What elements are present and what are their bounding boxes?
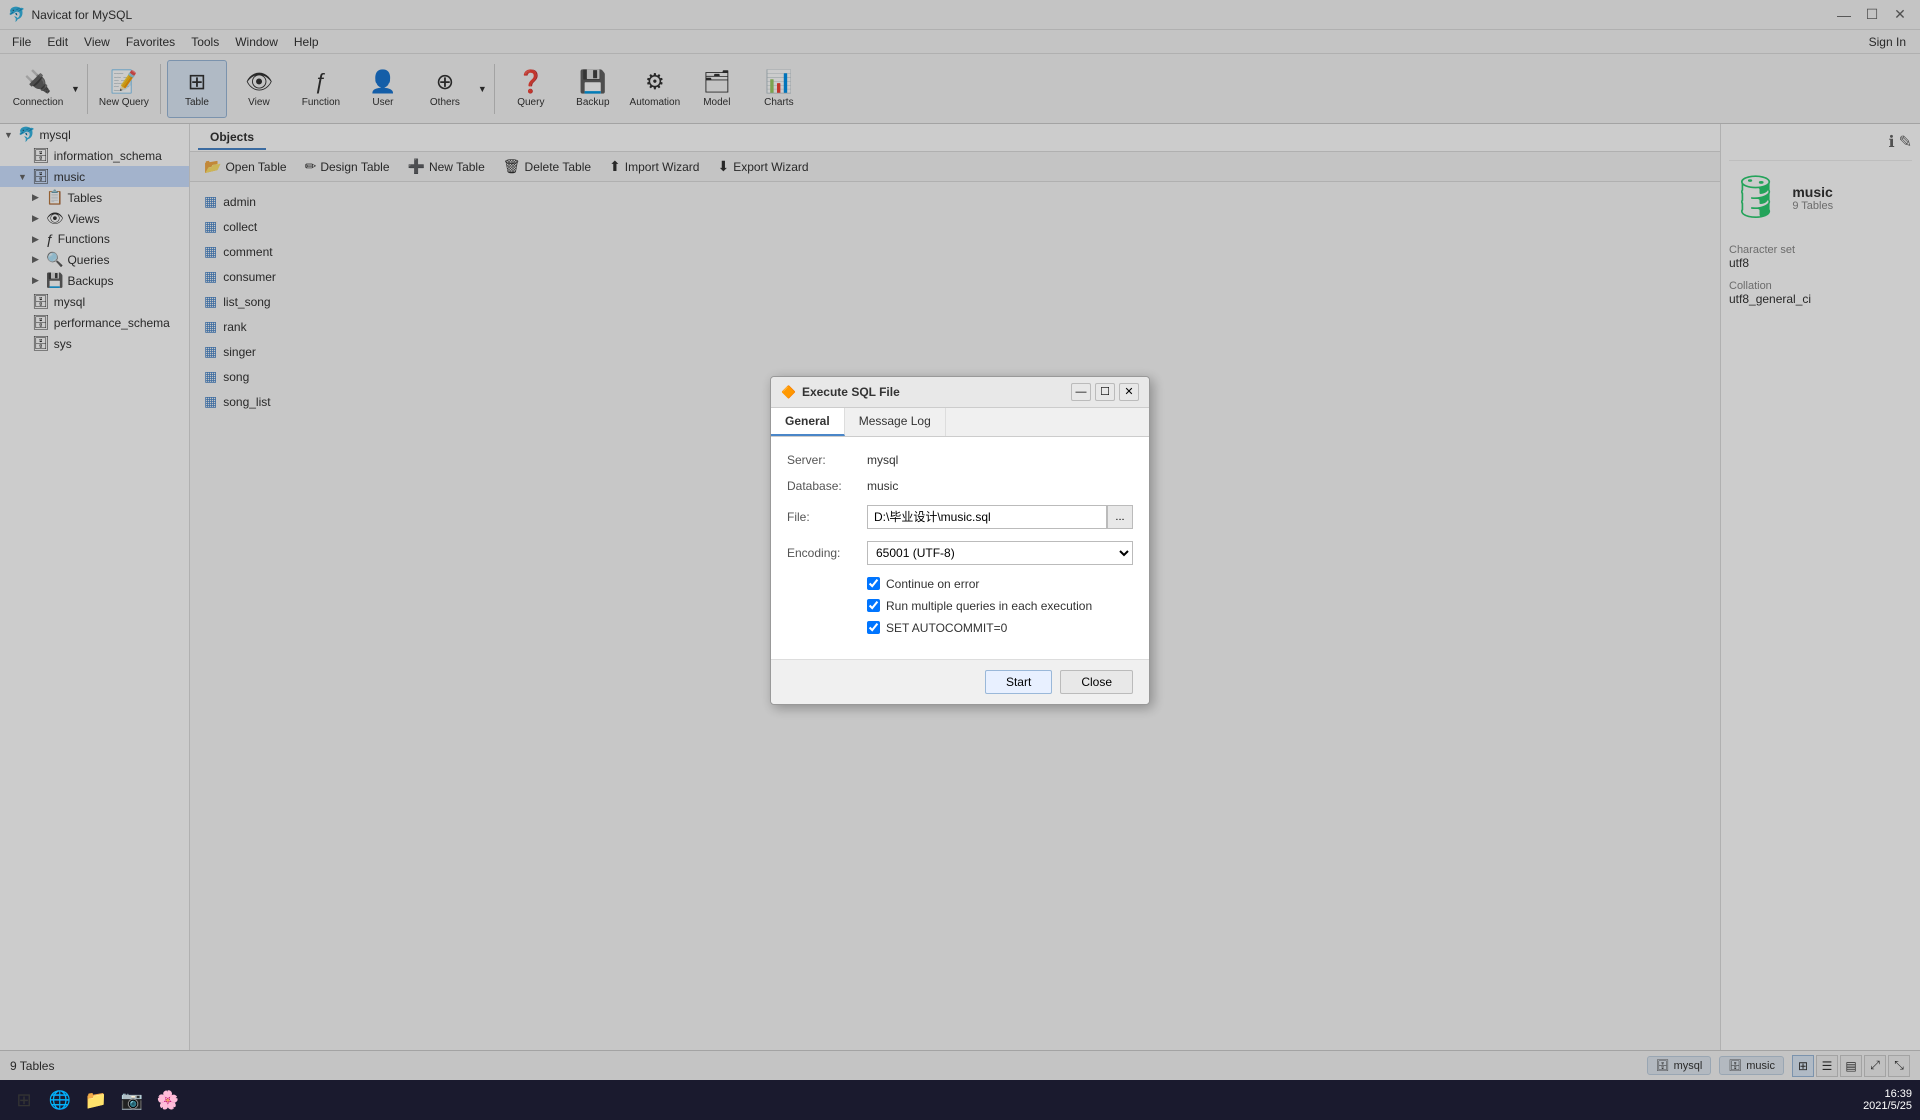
modal-tabs: General Message Log [771,408,1149,437]
database-value: music [867,479,1133,493]
modal-tab-message-log[interactable]: Message Log [845,408,946,436]
encoding-select[interactable]: 65001 (UTF-8) UTF-16 GBK GB2312 [867,541,1133,565]
file-row: File: ... [787,505,1133,529]
start-button[interactable]: Start [985,670,1052,694]
time-display: 16:39 2021/5/25 [1863,1088,1912,1112]
taskbar-files[interactable]: 📁 [80,1084,112,1116]
multiple-queries-label: Run multiple queries in each execution [886,599,1092,613]
modal-overlay: 🔶 Execute SQL File — ☐ ✕ General Message… [0,0,1920,1080]
continue-on-error-label: Continue on error [886,577,979,591]
server-label: Server: [787,453,867,467]
continue-on-error-checkbox[interactable] [867,577,880,590]
file-input[interactable] [867,505,1107,529]
modal-title-icon: 🔶 [781,385,796,399]
autocommit-label: SET AUTOCOMMIT=0 [886,621,1007,635]
modal-title-text: Execute SQL File [802,385,900,399]
modal-minimize[interactable]: — [1071,383,1091,401]
multiple-queries-checkbox[interactable] [867,599,880,612]
continue-on-error-row: Continue on error [867,577,1133,591]
modal-title: 🔶 Execute SQL File [781,385,900,399]
encoding-label: Encoding: [787,546,867,560]
file-input-group: ... [867,505,1133,529]
modal-close[interactable]: ✕ [1119,383,1139,401]
taskbar-right: 16:39 2021/5/25 [1863,1088,1912,1112]
taskbar-browser[interactable]: 🌐 [44,1084,76,1116]
file-label: File: [787,510,867,524]
database-label: Database: [787,479,867,493]
multiple-queries-row: Run multiple queries in each execution [867,599,1133,613]
taskbar: ⊞ 🌐 📁 📷 🌸 16:39 2021/5/25 [0,1080,1920,1120]
modal-titlebar: 🔶 Execute SQL File — ☐ ✕ [771,377,1149,408]
close-modal-button[interactable]: Close [1060,670,1133,694]
modal-controls: — ☐ ✕ [1071,383,1139,401]
modal-tab-general[interactable]: General [771,408,845,436]
modal-footer: Start Close [771,659,1149,704]
encoding-row: Encoding: 65001 (UTF-8) UTF-16 GBK GB231… [787,541,1133,565]
database-row: Database: music [787,479,1133,493]
modal-maximize[interactable]: ☐ [1095,383,1115,401]
execute-sql-modal: 🔶 Execute SQL File — ☐ ✕ General Message… [770,376,1150,705]
taskbar-app[interactable]: 🌸 [152,1084,184,1116]
date: 2021/5/25 [1863,1100,1912,1112]
autocommit-row: SET AUTOCOMMIT=0 [867,621,1133,635]
server-row: Server: mysql [787,453,1133,467]
modal-body: Server: mysql Database: music File: ... … [771,437,1149,659]
autocommit-checkbox[interactable] [867,621,880,634]
time: 16:39 [1884,1088,1912,1100]
browse-button[interactable]: ... [1107,505,1133,529]
server-value: mysql [867,453,1133,467]
taskbar-start[interactable]: ⊞ [8,1084,40,1116]
taskbar-camera[interactable]: 📷 [116,1084,148,1116]
